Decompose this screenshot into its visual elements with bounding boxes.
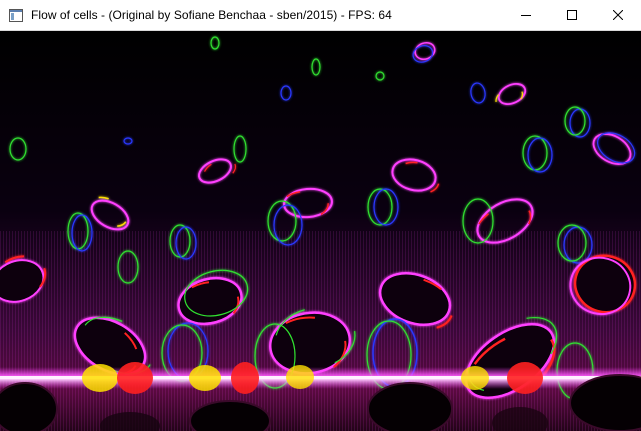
maximize-icon [567, 10, 577, 20]
cell [367, 382, 453, 431]
maximize-button[interactable] [549, 0, 595, 31]
render-canvas[interactable] [0, 31, 641, 431]
window-title: Flow of cells - (Original by Sofiane Ben… [31, 8, 392, 22]
close-button[interactable] [595, 0, 641, 31]
cell [0, 382, 58, 431]
application-window: Flow of cells - (Original by Sofiane Ben… [0, 0, 641, 431]
minimize-button[interactable] [503, 0, 549, 31]
app-window-icon[interactable] [8, 8, 24, 22]
title-bar[interactable]: Flow of cells - (Original by Sofiane Ben… [0, 0, 641, 31]
close-icon [613, 10, 623, 20]
cell-flow-scene[interactable] [0, 31, 641, 431]
minimize-icon [521, 15, 531, 16]
